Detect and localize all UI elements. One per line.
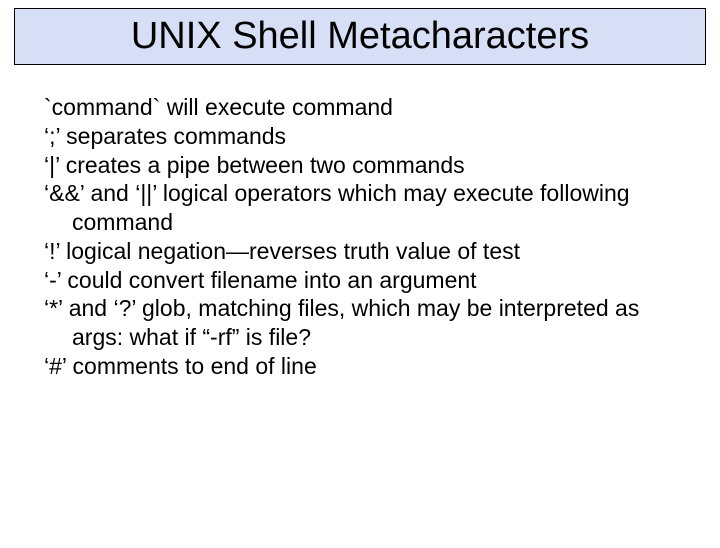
bullet-item: `command` will execute command (44, 93, 676, 122)
bullet-item: ‘&&’ and ‘||’ logical operators which ma… (44, 179, 676, 237)
bullet-item: ‘-’ could convert filename into an argum… (44, 266, 676, 295)
bullet-item: ‘|’ creates a pipe between two commands (44, 151, 676, 180)
content-body: `command` will execute command ‘;’ separ… (44, 93, 676, 381)
bullet-item: ‘!’ logical negation—reverses truth valu… (44, 237, 676, 266)
slide-title: UNIX Shell Metacharacters (25, 15, 695, 58)
bullet-item: ‘*’ and ‘?’ glob, matching files, which … (44, 294, 676, 352)
bullet-item: ‘;’ separates commands (44, 122, 676, 151)
title-box: UNIX Shell Metacharacters (14, 8, 706, 65)
bullet-item: ‘#’ comments to end of line (44, 352, 676, 381)
slide: UNIX Shell Metacharacters `command` will… (0, 8, 720, 548)
